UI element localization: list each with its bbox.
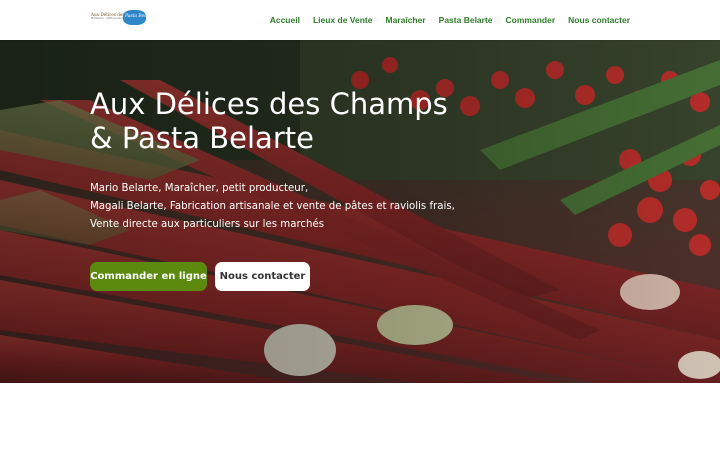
logo-badge: Pasta Belarte (123, 10, 155, 25)
logo-line2: Maraîcher – Petit producteur (91, 17, 128, 20)
hero-title-line2: & Pasta Belarte (90, 121, 314, 155)
hero-description: Mario Belarte, Maraîcher, petit producte… (90, 180, 530, 234)
order-online-button[interactable]: Commander en ligne (90, 262, 207, 291)
hero-section: Aux Délices des Champs & Pasta Belarte M… (0, 40, 720, 383)
nav-nous-contacter[interactable]: Nous contacter (568, 14, 630, 26)
hero-title: Aux Délices des Champs & Pasta Belarte (90, 87, 510, 155)
nav-pasta-belarte[interactable]: Pasta Belarte (439, 14, 493, 26)
logo-text: Aux Délices des Champs Maraîcher – Petit… (91, 12, 143, 24)
hero-desc-line1: Mario Belarte, Maraîcher, petit producte… (90, 183, 309, 194)
nav-commander[interactable]: Commander (506, 14, 556, 26)
logo-badge-text: Pasta Belarte (125, 14, 155, 19)
nav-lieux-de-vente[interactable]: Lieux de Vente (313, 14, 373, 26)
contact-us-button[interactable]: Nous contacter (215, 262, 310, 291)
hero-title-line1: Aux Délices des Champs (90, 87, 448, 121)
site-logo[interactable]: Aux Délices des Champs Maraîcher – Petit… (91, 9, 155, 27)
hero-desc-line3: Vente directe aux particuliers sur les m… (90, 219, 325, 230)
hero-desc-line2: Magali Belarte, Fabrication artisanale e… (90, 201, 455, 212)
nav-maraicher[interactable]: Maraîcher (385, 14, 425, 26)
site-header: Aux Délices des Champs Maraîcher – Petit… (0, 0, 720, 40)
main-nav: Accueil Lieux de Vente Maraîcher Pasta B… (257, 14, 630, 26)
nav-accueil[interactable]: Accueil (270, 14, 300, 26)
